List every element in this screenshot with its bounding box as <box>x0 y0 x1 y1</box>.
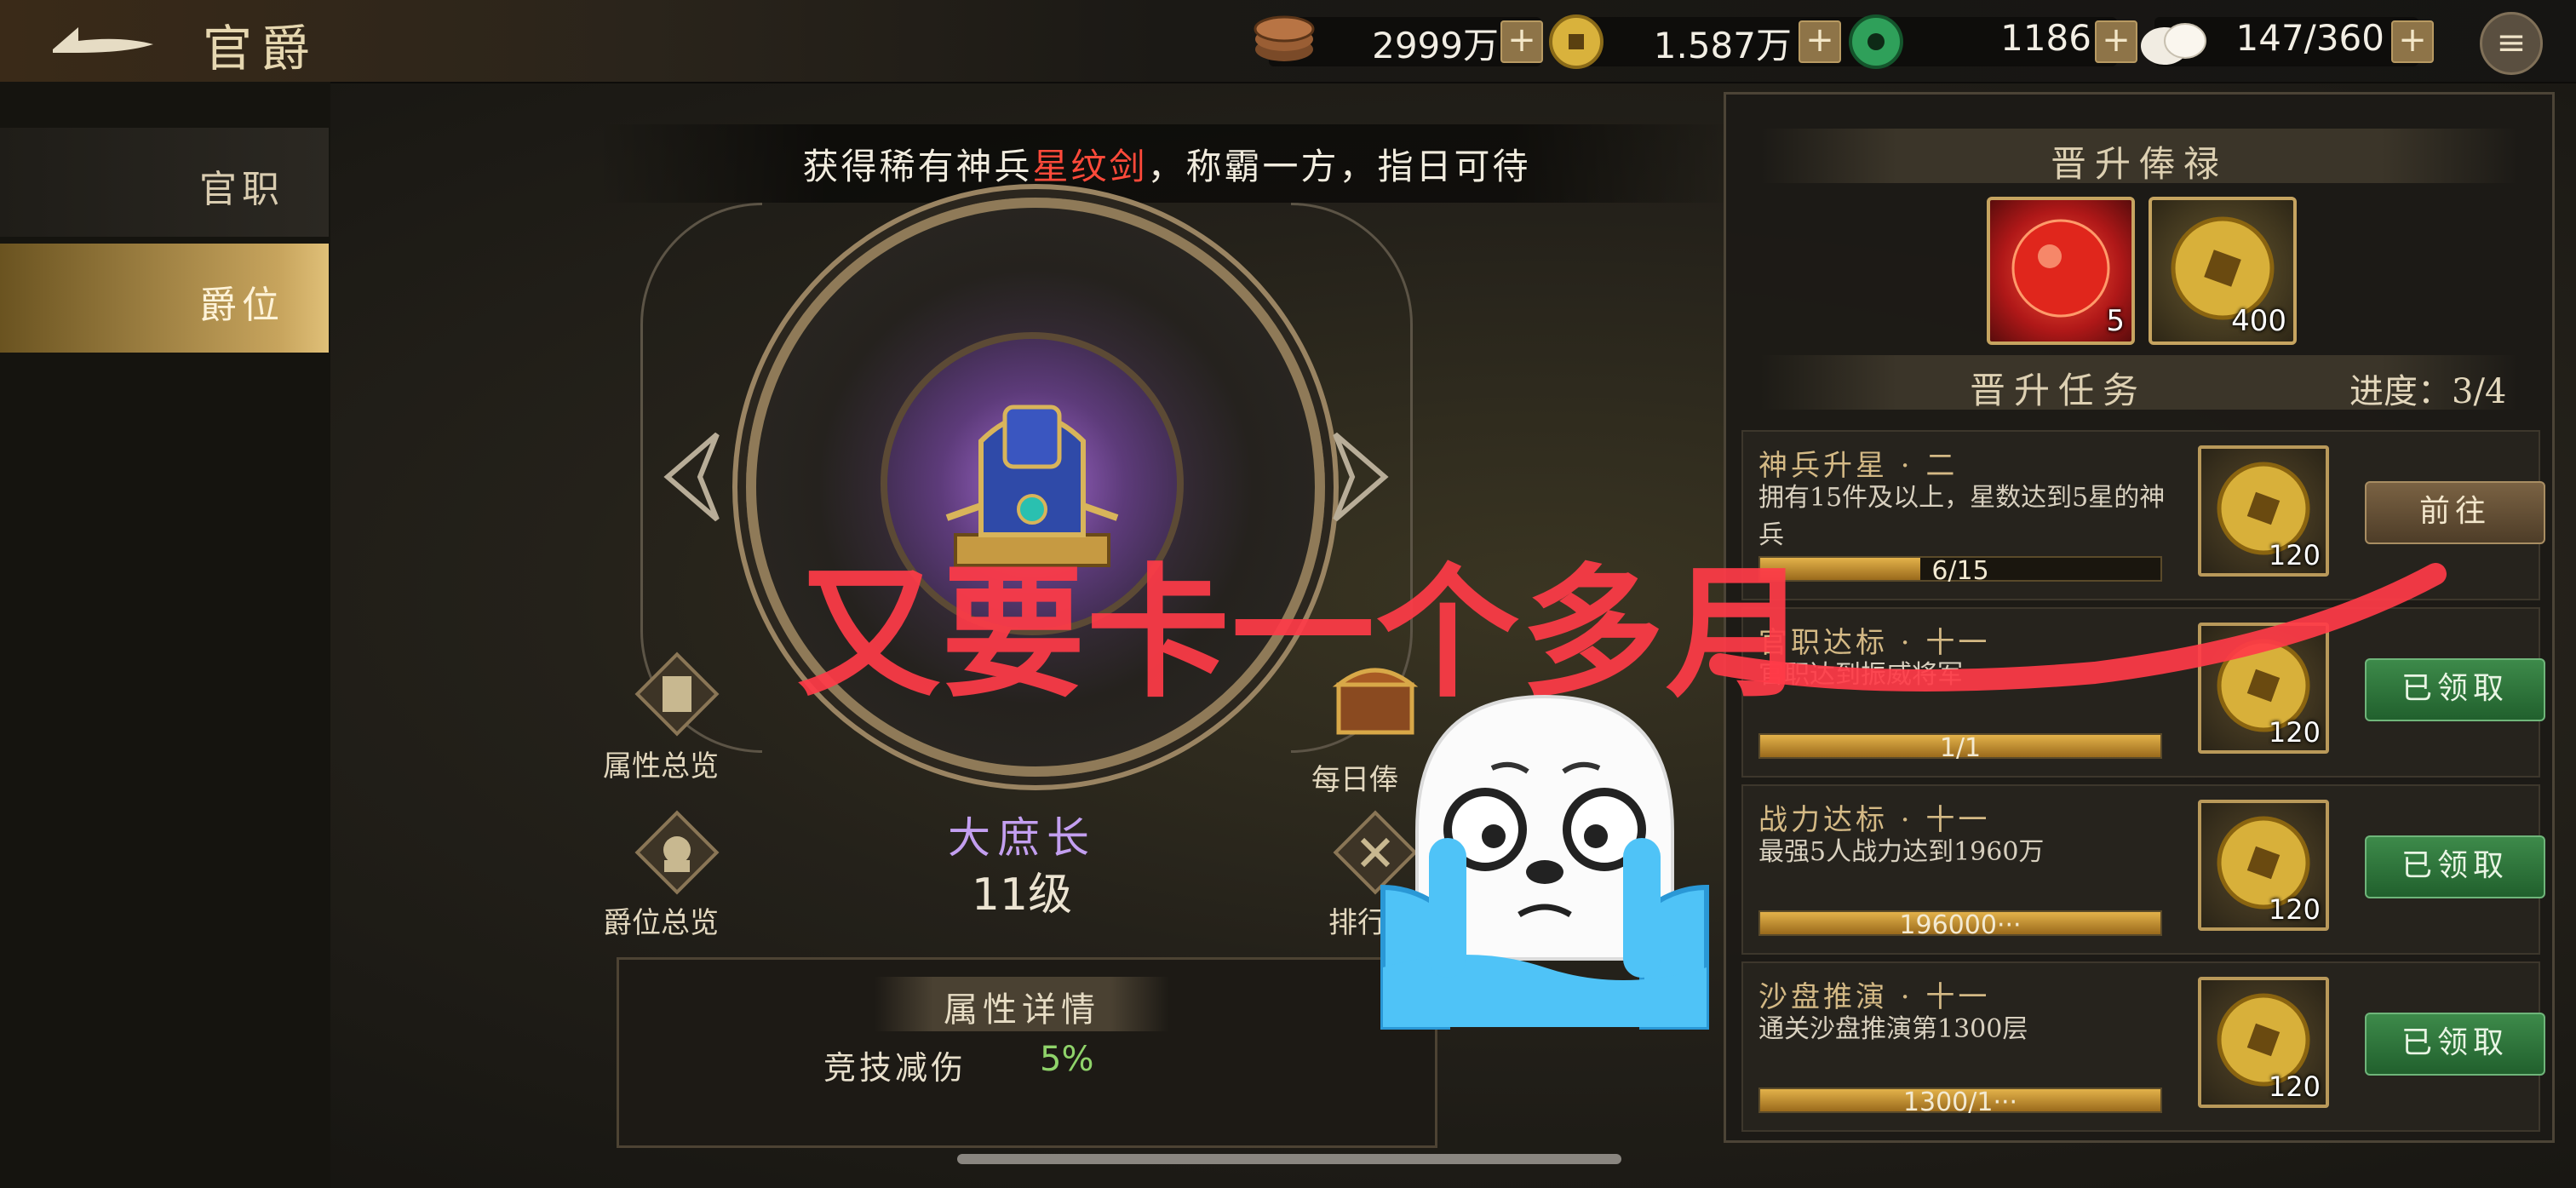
task-reward-gold-coin[interactable]: 120 <box>2198 977 2329 1108</box>
attribute-details-panel: 属性详情 竞技减伤 5% <box>617 957 1437 1148</box>
next-rank-arrow-icon[interactable] <box>1327 426 1395 528</box>
jade-icon <box>1848 14 1904 70</box>
resource-value-stamina: 147/360 <box>2235 17 2384 59</box>
banner-highlight: 星纹剑 <box>1032 146 1148 187</box>
claimed-button[interactable]: 已领取 <box>2365 1013 2545 1076</box>
gold-coin-icon <box>1548 14 1604 70</box>
add-jade-button[interactable]: + <box>2095 20 2137 63</box>
rank-name: 大庶长 <box>948 813 1096 863</box>
attribute-overview-label: 属性总览 <box>603 749 719 783</box>
home-indicator[interactable] <box>957 1154 1621 1164</box>
task-progress-text: 1300/1··· <box>1902 1088 2018 1117</box>
sidebar-item-label: 爵位 <box>199 284 284 327</box>
rank-level: 11级 <box>971 869 1073 921</box>
claimed-button[interactable]: 已领取 <box>2365 835 2545 898</box>
back-arrow-icon[interactable] <box>44 15 164 66</box>
crying-seal-emoji <box>1366 686 1724 1032</box>
rewards-title: 晋升俸禄 <box>2050 143 2228 185</box>
task-description: 最强5人战力达到1960万 <box>1758 837 2045 867</box>
task-reward-gold-coin[interactable]: 120 <box>2198 800 2329 931</box>
add-stamina-button[interactable]: + <box>2391 20 2434 63</box>
resource-value-jade: 1186 <box>2000 17 2091 59</box>
attribute-overview-button[interactable] <box>630 647 724 741</box>
task-reward-count: 120 <box>2268 1070 2321 1103</box>
prev-rank-arrow-icon[interactable] <box>657 426 726 528</box>
sidebar-item-rank[interactable]: 爵位 <box>0 244 329 353</box>
attribute-label: 竞技减伤 <box>823 1049 967 1087</box>
task-progress-text: 1/1 <box>1939 733 1982 763</box>
add-copper-button[interactable]: + <box>1500 20 1543 63</box>
task-reward-count: 120 <box>2268 716 2321 749</box>
attribute-value: 5% <box>1040 1040 1094 1079</box>
rank-overview-label: 爵位总览 <box>603 906 719 940</box>
task-reward-count: 120 <box>2268 893 2321 926</box>
rewards-header: 晋升俸禄 <box>1760 129 2518 185</box>
copper-coins-icon <box>1250 12 1318 68</box>
task-card: 沙盘推演 · 十一 通关沙盘推演第1300层 1300/1··· 120 已领取 <box>1741 961 2545 1132</box>
sidebar-item-label: 官职 <box>199 168 284 211</box>
task-title: 神兵升星 · 二 <box>1758 449 1959 483</box>
go-to-task-button[interactable]: 前往 <box>2365 481 2545 544</box>
sidebar-item-office[interactable]: 官职 <box>0 128 329 237</box>
reward-slot-red-orb[interactable]: 5 <box>1987 197 2135 345</box>
steamed-bun-icon <box>2139 15 2209 68</box>
attribute-details-header: 属性详情 <box>875 977 1169 1031</box>
banner-text: 获得稀有神兵星纹剑，称霸一方，指日可待 <box>802 146 1531 187</box>
task-card: 战力达标 · 十一 最强5人战力达到1960万 196000··· 120 已领… <box>1741 784 2545 955</box>
task-description: 拥有15件及以上，星数达到5星的神兵 <box>1758 483 2166 550</box>
reward-slot-gold-coin[interactable]: 400 <box>2149 197 2297 345</box>
resource-value-gold: 1.587万 <box>1653 25 1792 66</box>
tasks-title: 晋升任务 <box>1969 370 2147 411</box>
task-progress-bar: 1/1 <box>1758 733 2162 763</box>
rank-overview-button[interactable] <box>630 806 724 899</box>
task-progress-bar: 196000··· <box>1758 910 2162 940</box>
reward-count: 400 <box>2231 304 2286 338</box>
task-progress-bar: 1300/1··· <box>1758 1088 2162 1117</box>
reward-count: 5 <box>2106 304 2125 338</box>
menu-list-icon[interactable]: ≡ <box>2480 12 2543 75</box>
page-title: 官爵 <box>203 20 319 77</box>
announcement-banner: 获得稀有神兵星纹剑，称霸一方，指日可待 <box>596 124 1737 203</box>
tasks-progress-text: 进度：3/4 <box>2349 372 2507 411</box>
add-gold-button[interactable]: + <box>1799 20 1841 63</box>
task-title: 战力达标 · 十一 <box>1758 803 1991 837</box>
attribute-details-title: 属性详情 <box>944 990 1100 1030</box>
task-description: 通关沙盘推演第1300层 <box>1758 1014 2028 1044</box>
task-progress-text: 196000··· <box>1899 910 2022 940</box>
red-marker-stroke <box>1709 563 2447 692</box>
resource-value-copper: 2999万 <box>1372 25 1499 66</box>
task-title: 沙盘推演 · 十一 <box>1758 980 1991 1014</box>
